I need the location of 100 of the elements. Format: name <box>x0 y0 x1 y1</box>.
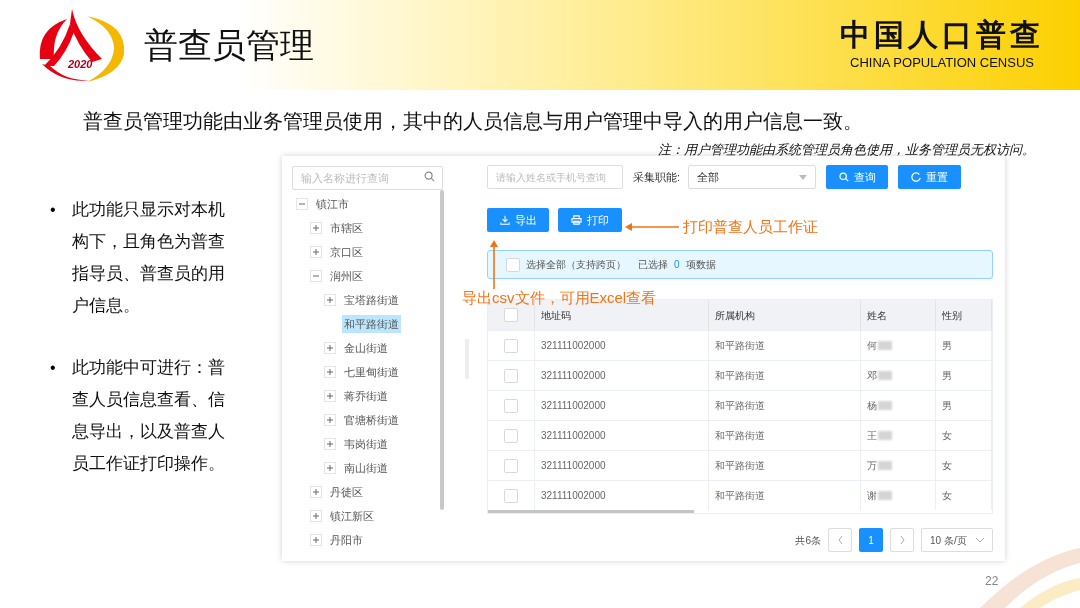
redaction-block <box>878 491 892 500</box>
page-number: 22 <box>985 573 999 590</box>
tree-item[interactable]: 丹阳市 <box>328 531 365 549</box>
plus-icon <box>327 369 333 375</box>
slide-title: 普查员管理 <box>144 24 314 66</box>
table-cell-text: 万 <box>867 459 877 473</box>
table-cell-text: 王 <box>867 429 877 443</box>
tree-item[interactable]: 宝塔路街道 <box>342 291 401 309</box>
selected-count: 0 <box>674 258 680 272</box>
table-cell-text: 和平路街道 <box>715 489 765 503</box>
table-cell-text: 321111002000 <box>541 459 606 473</box>
page-size-select[interactable]: 10 条/页 <box>921 528 993 552</box>
tree-item[interactable]: 蒋乔街道 <box>342 387 390 405</box>
refresh-icon <box>911 172 922 182</box>
expand-toggle[interactable] <box>324 366 336 378</box>
tree-search-field[interactable]: 输入名称进行查询 <box>292 166 443 190</box>
table-cell-text: 男 <box>942 399 952 413</box>
bullet-marker: • <box>50 358 56 378</box>
plus-icon <box>327 441 333 447</box>
expand-toggle[interactable] <box>324 462 336 474</box>
chevron-right-icon <box>899 536 905 544</box>
name-search-field[interactable]: 请输入姓名或手机号查询 <box>487 165 623 189</box>
plus-icon <box>313 513 319 519</box>
tree-item[interactable]: 市辖区 <box>328 219 365 237</box>
redaction-block <box>878 431 892 440</box>
column-header: 所属机构 <box>709 300 861 330</box>
plus-icon <box>327 465 333 471</box>
checkbox[interactable] <box>504 338 518 353</box>
tree-item[interactable]: 镇江新区 <box>328 507 376 525</box>
export-annotation: 导出csv文件，可用Excel查看 <box>462 288 657 308</box>
note: 注：用户管理功能由系统管理员角色使用，业务管理员无权访问。 <box>657 142 1036 158</box>
bullet-marker: • <box>50 200 56 220</box>
tree-item[interactable]: 京口区 <box>328 243 365 261</box>
expand-toggle[interactable] <box>310 246 322 258</box>
redaction-block <box>878 371 892 380</box>
table-cell-text: 男 <box>942 339 952 353</box>
redaction-block <box>878 401 892 410</box>
logo-year: 2020 <box>68 57 93 72</box>
tree-item[interactable]: 润州区 <box>328 267 365 285</box>
checkbox[interactable] <box>504 488 518 503</box>
expand-toggle[interactable] <box>324 342 336 354</box>
table-cell-text: 和平路街道 <box>715 459 765 473</box>
checkbox[interactable] <box>504 368 518 383</box>
plus-icon <box>327 417 333 423</box>
download-icon <box>499 215 510 225</box>
expand-toggle[interactable] <box>310 222 322 234</box>
plus-icon <box>313 489 319 495</box>
chevron-down-icon <box>976 537 984 543</box>
plus-icon <box>327 393 333 399</box>
expand-toggle[interactable] <box>324 438 336 450</box>
checkbox[interactable] <box>504 398 518 413</box>
role-label: 采集职能: <box>633 169 681 185</box>
subtitle: 普查员管理功能由业务管理员使用，其中的人员信息与用户管理中导入的用户信息一致。 <box>82 109 864 134</box>
expand-toggle[interactable] <box>324 414 336 426</box>
tree-item[interactable]: 和平路街道 <box>342 315 401 333</box>
redaction-block <box>878 341 892 350</box>
checkbox[interactable] <box>506 257 520 272</box>
collapse-toggle[interactable] <box>310 270 322 282</box>
chevron-left-icon <box>837 536 843 544</box>
checkbox[interactable] <box>504 458 518 473</box>
tree-item[interactable]: 丹徒区 <box>328 483 365 501</box>
search-icon <box>838 172 849 182</box>
collapse-toggle[interactable] <box>296 198 308 210</box>
table-cell-text: 321111002000 <box>541 339 606 353</box>
tree-item[interactable]: 韦岗街道 <box>342 435 390 453</box>
table-cell-text: 321111002000 <box>541 429 606 443</box>
tree-item[interactable]: 金山街道 <box>342 339 390 357</box>
table-cell-text: 321111002000 <box>541 489 606 503</box>
brand-subtitle: CHINA POPULATION CENSUS <box>850 54 1034 73</box>
table-cell-text: 杨 <box>867 399 877 413</box>
table-cell-text: 邓 <box>867 369 877 383</box>
tree-item[interactable]: 南山街道 <box>342 459 390 477</box>
expand-toggle[interactable] <box>310 486 322 498</box>
redaction-block <box>878 461 892 470</box>
expand-toggle[interactable] <box>310 534 322 546</box>
table-cell-text: 321111002000 <box>541 399 606 413</box>
checkbox[interactable] <box>504 428 518 443</box>
tree-item[interactable]: 官塘桥街道 <box>342 411 401 429</box>
minus-icon <box>313 273 319 279</box>
table-cell-text: 男 <box>942 369 952 383</box>
role-select[interactable]: 全部 <box>688 165 817 189</box>
table-cell-text: 321111002000 <box>541 369 606 383</box>
table-cell-text: 和平路街道 <box>715 369 765 383</box>
table-cell-text: 女 <box>942 459 952 473</box>
expand-toggle[interactable] <box>310 510 322 522</box>
tree-item[interactable]: 镇江市 <box>314 195 351 213</box>
search-icon <box>424 171 435 182</box>
checkbox[interactable] <box>504 308 518 322</box>
table-cell-text: 和平路街道 <box>715 429 765 443</box>
plus-icon <box>313 249 319 255</box>
printer-icon <box>571 215 582 225</box>
plus-icon <box>313 225 319 231</box>
minus-icon <box>299 201 305 207</box>
table-cell-text: 女 <box>942 489 952 503</box>
expand-toggle[interactable] <box>324 294 336 306</box>
arrow-left-icon <box>625 222 679 232</box>
selected-label: 已选择 <box>638 258 668 272</box>
expand-toggle[interactable] <box>324 390 336 402</box>
tree-item[interactable]: 七里甸街道 <box>342 363 401 381</box>
table-cell-text: 和平路街道 <box>715 399 765 413</box>
